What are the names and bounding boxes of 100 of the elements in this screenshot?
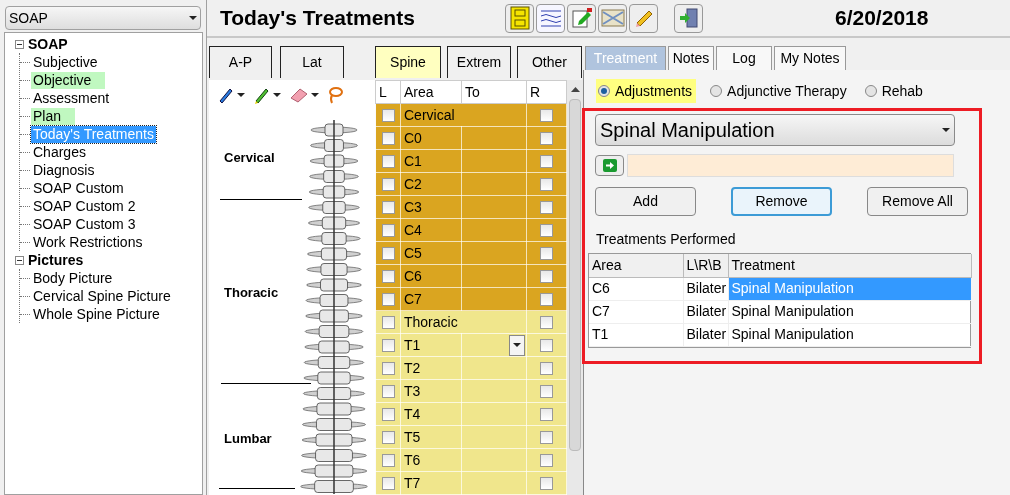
tree-item[interactable]: SOAP Custom 3 [31,215,138,233]
date-label: 6/20/2018 [835,5,929,32]
caret-icon[interactable] [273,92,281,98]
checkbox[interactable] [540,247,553,261]
table-cell: C4 [400,218,462,242]
table-cell: T1 [589,323,683,346]
caret-icon[interactable] [237,92,245,98]
text-lines-icon[interactable] [536,3,565,33]
checkbox[interactable] [540,132,553,146]
marker-icon[interactable] [253,86,271,104]
eraser-icon[interactable] [289,87,309,103]
checkbox[interactable] [381,339,395,353]
checkbox[interactable] [381,201,395,215]
checkbox[interactable] [381,178,395,192]
checkbox[interactable] [540,270,553,284]
action-button[interactable]: Add [595,187,696,216]
checkbox[interactable] [540,224,553,238]
table-cell: T2 [400,356,462,380]
tree-item[interactable]: Objective [31,71,106,89]
table-cell: Thoracic [400,310,527,334]
checkbox[interactable] [381,454,395,468]
column-header: L\R\B [683,254,728,277]
checkbox[interactable] [540,293,553,307]
tree-group-label[interactable]: SOAP [28,33,68,55]
pen-icon[interactable] [217,86,235,104]
checkbox[interactable] [381,362,395,376]
tree-item[interactable]: Whole Spine Picture [31,305,162,323]
tree-item[interactable]: Charges [31,143,88,161]
checkbox[interactable] [540,477,553,491]
pencil-icon[interactable] [629,3,658,33]
checkbox[interactable] [381,385,395,399]
checkbox[interactable] [540,201,553,215]
scroll-up-icon[interactable] [570,87,580,93]
tree-item[interactable]: Subjective [31,53,100,71]
tab[interactable]: Notes [668,46,714,70]
table-cell[interactable]: Spinal Manipulation [728,323,971,346]
checkbox[interactable] [540,408,553,422]
tab[interactable]: Other [517,46,582,78]
caret-icon[interactable] [311,92,319,98]
checkbox[interactable] [381,408,395,422]
checkbox[interactable] [381,431,395,445]
tree-item[interactable]: Work Restrictions [31,233,145,251]
checkbox[interactable] [540,454,553,468]
radio-option[interactable]: Rehab [862,79,927,103]
checkbox[interactable] [540,155,553,169]
collapse-icon[interactable] [15,255,24,265]
tab[interactable]: Spine [375,46,441,78]
column-header: R [526,80,567,104]
checkbox[interactable] [381,132,395,146]
collapse-icon[interactable] [15,39,24,49]
cabinet-icon[interactable] [505,3,534,33]
view-dropdown[interactable]: SOAP [5,6,201,30]
checkbox[interactable] [540,178,553,192]
table-cell: T6 [400,448,462,472]
tree-item[interactable]: Cervical Spine Picture [31,287,173,305]
tree-item[interactable]: SOAP Custom 2 [31,197,138,215]
checkbox[interactable] [540,362,553,376]
checkbox[interactable] [540,385,553,399]
checkbox[interactable] [381,316,395,330]
cross-lines-icon[interactable] [598,3,627,33]
checkbox[interactable] [381,224,395,238]
table-cell[interactable]: Spinal Manipulation [728,300,971,323]
edit-note-icon[interactable] [567,3,596,33]
scrollbar[interactable] [567,80,583,495]
checkbox[interactable] [540,339,553,353]
tab[interactable]: Lat [280,46,344,78]
tab[interactable]: Log [716,46,772,70]
tab[interactable]: My Notes [774,46,846,70]
tab[interactable]: A-P [209,46,272,78]
checkbox[interactable] [381,477,395,491]
radio-option[interactable]: Adjustments [596,79,697,103]
tree-group-label[interactable]: Pictures [28,249,84,271]
tree-item[interactable]: Assessment [31,89,112,107]
go-arrow-button[interactable] [595,155,624,176]
tab[interactable]: Extrem [447,46,511,78]
table-cell: Bilater [683,300,728,323]
treatment-dropdown[interactable]: Spinal Manipulation [595,114,955,146]
arrow-icon [602,159,617,172]
table-cell: C7 [400,287,462,311]
checkbox[interactable] [540,431,553,445]
dropdown-button[interactable] [509,334,525,356]
checkbox[interactable] [540,316,553,330]
action-button[interactable]: Remove All [867,187,968,216]
tree-item[interactable]: Body Picture [31,269,115,287]
checkbox[interactable] [381,155,395,169]
tree-item[interactable]: Plan [31,107,76,125]
table-cell: C3 [400,195,462,219]
checkbox[interactable] [381,293,395,307]
tree-item[interactable]: SOAP Custom [31,179,126,197]
checkbox[interactable] [381,247,395,261]
action-button[interactable]: Remove [731,187,832,216]
exit-door-icon[interactable] [674,3,703,33]
checkbox[interactable] [381,270,395,284]
radio-option[interactable]: Adjunctive Therapy [708,79,851,103]
note-input[interactable] [627,154,954,177]
lasso-icon[interactable] [327,86,343,104]
region-label: Thoracic [224,284,279,302]
tree-item[interactable]: Diagnosis [31,161,97,179]
checkbox[interactable] [381,109,395,123]
checkbox[interactable] [540,109,553,123]
